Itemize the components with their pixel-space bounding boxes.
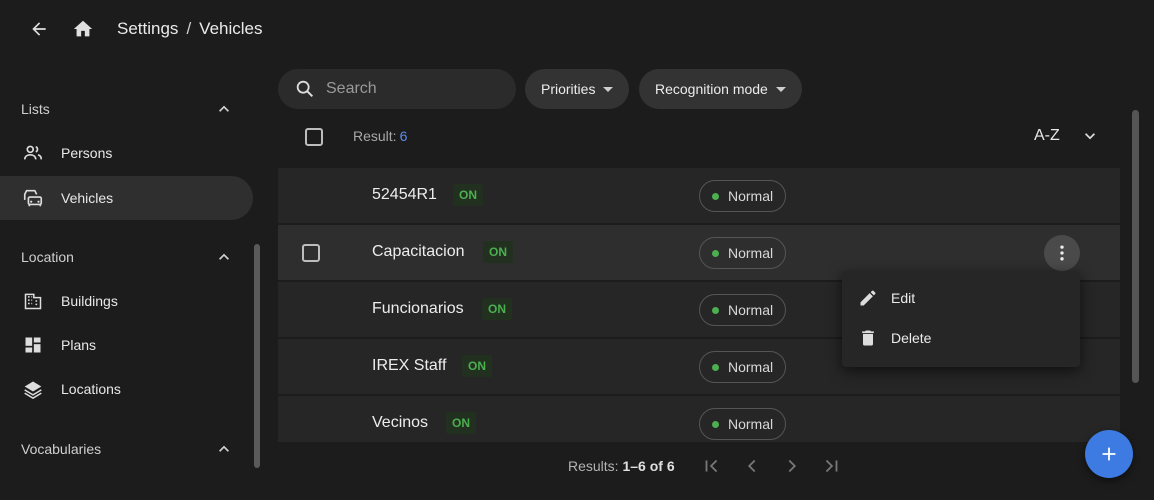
- pencil-icon: [858, 288, 878, 308]
- status-dot-icon: [712, 192, 719, 200]
- sidebar-item-label: Locations: [61, 381, 121, 397]
- result-count-label: Result: 6: [353, 128, 407, 144]
- status-badge: ON: [462, 355, 492, 377]
- status-text: Normal: [728, 188, 774, 204]
- building-icon: [22, 290, 44, 312]
- row-name: Funcionarios: [372, 300, 464, 317]
- status-badge: ON: [483, 241, 513, 263]
- breadcrumb-separator: /: [186, 19, 192, 38]
- search-box[interactable]: [278, 69, 516, 109]
- row-name: IREX Staff: [372, 357, 447, 374]
- first-page-icon[interactable]: [700, 454, 724, 478]
- chevron-down-icon: [1084, 133, 1095, 140]
- sort-dropdown[interactable]: A-Z: [1034, 126, 1100, 146]
- section-lists-header[interactable]: Lists: [0, 87, 252, 131]
- section-title: Vocabularies: [21, 441, 102, 457]
- recognition-status-chip: Normal: [699, 180, 787, 212]
- chevron-up-icon: [219, 445, 229, 452]
- status-dot-icon: [712, 306, 719, 314]
- back-arrow-icon[interactable]: [26, 16, 52, 42]
- status-dot-icon: [712, 363, 719, 371]
- table-row[interactable]: 52454R1 ON Normal: [278, 168, 1120, 224]
- search-input[interactable]: [326, 80, 506, 98]
- row-name: Vecinos: [372, 414, 429, 431]
- recognition-mode-filter[interactable]: Recognition mode: [639, 69, 802, 109]
- table-row[interactable]: Vecinos ON Normal: [278, 396, 1120, 442]
- row-checkbox[interactable]: [302, 244, 320, 262]
- breadcrumb-current: Vehicles: [199, 19, 263, 38]
- result-label-text: Result:: [353, 128, 397, 144]
- row-name: 52454R1: [372, 186, 437, 203]
- status-text: Normal: [728, 359, 774, 375]
- status-dot-icon: [712, 420, 719, 428]
- plus-icon: [1102, 447, 1116, 461]
- row-context-menu: Edit Delete: [842, 271, 1080, 367]
- dropdown-caret-icon: [775, 86, 786, 92]
- section-vocabularies-header[interactable]: Vocabularies: [0, 427, 252, 471]
- list-scrollbar[interactable]: [1132, 110, 1139, 383]
- breadcrumb: Settings / Vehicles: [117, 19, 263, 39]
- section-location-header[interactable]: Location: [0, 235, 252, 279]
- status-text: Normal: [728, 302, 774, 318]
- home-icon[interactable]: [70, 16, 96, 42]
- section-title: Lists: [21, 101, 50, 117]
- result-count: 6: [399, 128, 408, 144]
- pagination-range: 1–6 of 6: [622, 458, 675, 474]
- chevron-up-icon: [219, 105, 229, 112]
- sidebar-item-persons[interactable]: Persons: [0, 131, 253, 175]
- status-badge: ON: [453, 184, 483, 206]
- pagination-summary: Results: 1–6 of 6: [568, 458, 675, 474]
- plans-icon: [22, 334, 44, 356]
- recognition-status-chip: Normal: [699, 294, 787, 326]
- trash-icon: [858, 328, 878, 348]
- sidebar-scrollbar[interactable]: [254, 244, 260, 468]
- sidebar-item-label: Persons: [61, 145, 113, 161]
- chevron-up-icon: [219, 253, 229, 260]
- select-all-checkbox[interactable]: [305, 128, 323, 146]
- sort-label: A-Z: [1034, 127, 1060, 144]
- edit-label: Edit: [891, 290, 916, 306]
- top-bar: Settings / Vehicles: [0, 0, 1154, 58]
- sidebar-item-vehicles[interactable]: Vehicles: [0, 176, 253, 220]
- status-text: Normal: [728, 245, 774, 261]
- section-title: Location: [21, 249, 74, 265]
- pagination-bar: Results: 1–6 of 6: [278, 448, 1120, 484]
- status-dot-icon: [712, 249, 719, 257]
- sidebar-item-label: Vehicles: [61, 190, 114, 206]
- layers-icon: [22, 378, 44, 400]
- priorities-filter-label: Priorities: [541, 81, 596, 97]
- priorities-filter[interactable]: Priorities: [525, 69, 630, 109]
- more-options-button[interactable]: [1044, 235, 1080, 271]
- status-badge: ON: [482, 298, 512, 320]
- pagination-prefix: Results:: [568, 458, 619, 474]
- delete-menu-item[interactable]: Delete: [842, 318, 1080, 358]
- breadcrumb-settings[interactable]: Settings: [117, 19, 178, 39]
- prev-page-icon[interactable]: [740, 454, 764, 478]
- recognition-status-chip: Normal: [699, 237, 787, 269]
- last-page-icon[interactable]: [819, 454, 843, 478]
- sidebar-item-label: Plans: [61, 337, 97, 353]
- edit-menu-item[interactable]: Edit: [842, 278, 1080, 318]
- recognition-status-chip: Normal: [699, 351, 787, 383]
- sidebar-item-buildings[interactable]: Buildings: [0, 279, 253, 323]
- persons-icon: [22, 142, 44, 164]
- more-vert-icon: [1060, 245, 1064, 261]
- recognition-status-chip: Normal: [699, 408, 787, 440]
- add-vehicle-button[interactable]: [1085, 430, 1133, 478]
- list-header: Result: 6 A-Z: [278, 114, 1120, 158]
- row-name: Capacitacion: [372, 243, 465, 260]
- status-badge: ON: [446, 412, 476, 434]
- vehicle-icon: [22, 187, 44, 209]
- search-icon: [296, 80, 314, 98]
- sidebar: Lists Persons Vehicles Location Building…: [0, 58, 262, 500]
- status-text: Normal: [728, 416, 774, 432]
- dropdown-caret-icon: [603, 86, 614, 92]
- next-page-icon[interactable]: [780, 454, 804, 478]
- sidebar-item-locations[interactable]: Locations: [0, 367, 253, 411]
- sidebar-item-label: Buildings: [61, 293, 118, 309]
- recognition-mode-filter-label: Recognition mode: [655, 81, 768, 97]
- sidebar-item-plans[interactable]: Plans: [0, 323, 253, 367]
- delete-label: Delete: [891, 330, 932, 346]
